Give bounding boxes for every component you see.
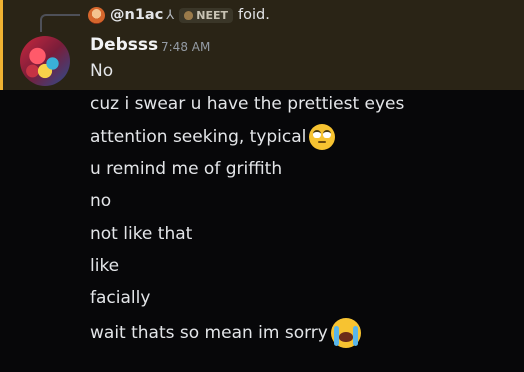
message-timestamp[interactable]: 7:48 AM: [161, 40, 210, 54]
message-text: wait thats so mean im sorry: [90, 323, 328, 343]
reply-avatar[interactable]: [88, 6, 105, 24]
message-text: facially: [90, 288, 151, 308]
message-line: cuz i swear u have the prettiest eyes: [90, 94, 404, 114]
message-line: no: [90, 191, 111, 211]
message-line: like: [90, 256, 119, 276]
reply-author[interactable]: @n1ac: [110, 7, 163, 23]
message-text: attention seeking, typical: [90, 127, 307, 147]
message-line: facially: [90, 288, 150, 308]
scythe-icon: ⅄: [166, 7, 175, 23]
message-text: not like that: [90, 224, 193, 244]
message-text: like: [90, 256, 120, 276]
tag-icon: [184, 10, 194, 20]
server-tag-label: NEET: [196, 8, 228, 22]
message-line: u remind me of griffith: [90, 159, 282, 179]
message-line: wait thats so mean im sorry: [90, 318, 361, 348]
crying-face-emoji-icon[interactable]: [330, 318, 361, 348]
message-text: no: [90, 191, 112, 211]
message-text: No: [90, 61, 114, 81]
server-tag[interactable]: NEET: [179, 7, 233, 23]
reply-text[interactable]: foid.: [238, 7, 270, 23]
message-author[interactable]: Debsss: [90, 35, 158, 55]
avatar[interactable]: [20, 36, 70, 86]
mention-highlight-bar: [0, 0, 3, 90]
message-line: not like that: [90, 224, 192, 244]
reply-spine: [40, 14, 80, 32]
rolling-eyes-emoji-icon[interactable]: [309, 124, 336, 150]
reply-preview[interactable]: @n1ac ⅄ NEET foid.: [88, 4, 270, 26]
message-text: u remind me of griffith: [90, 159, 283, 179]
message-line: attention seeking, typical: [90, 124, 336, 150]
message-line: No: [90, 61, 113, 81]
message-text: cuz i swear u have the prettiest eyes: [90, 94, 405, 114]
